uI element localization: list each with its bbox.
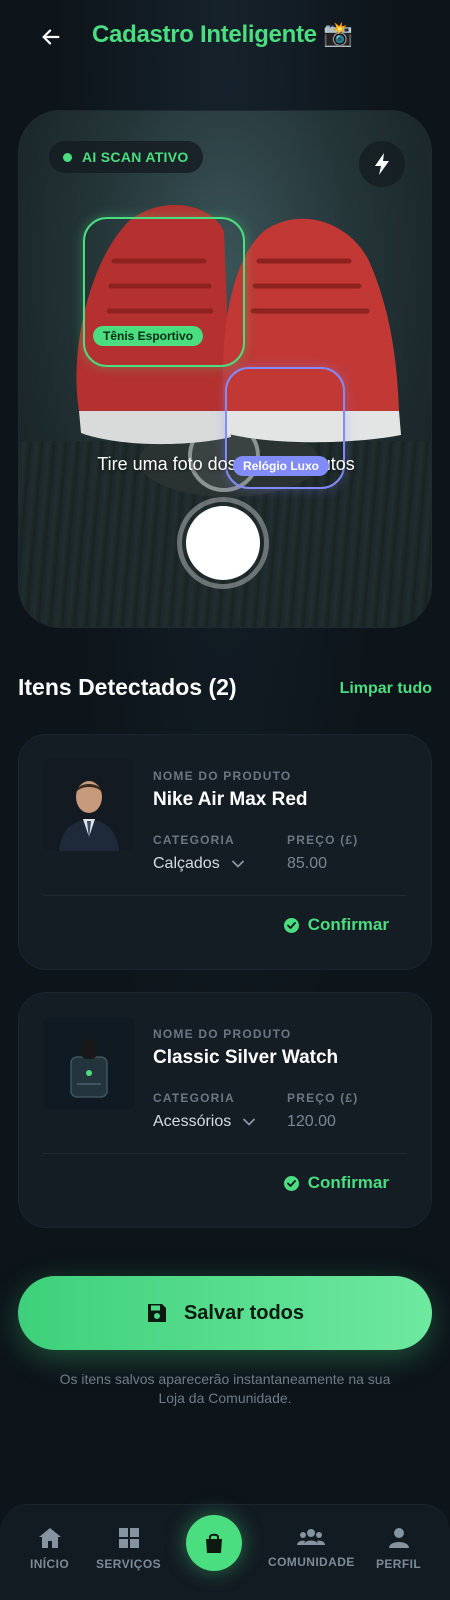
detection-tag-sneaker: Tênis Esportivo [93,326,204,346]
nav-label-comunidade: COMUNIDADE [268,1555,355,1569]
shopping-bag-icon [206,1533,222,1553]
detection-tag-watch: Relógio Luxo [233,456,329,476]
chevron-down-icon [243,1118,256,1126]
confirm-label: Confirmar [307,915,389,934]
category-value: Acessórios [153,1113,232,1130]
category-select[interactable]: Calçados [153,855,244,873]
nav-label-servicos: SERVIÇOS [96,1557,161,1571]
detected-item-card: NOME DO PRODUTO Classic Silver Watch CAT… [18,992,432,1228]
category-select[interactable]: Acessórios [153,1113,256,1131]
status-dot [63,152,72,162]
arrow-left-icon [42,29,60,45]
people-icon [297,1529,326,1545]
scan-status-label: AI SCAN ATIVO [82,149,189,165]
flash-button[interactable] [359,141,405,187]
detected-item-card: NOME DO PRODUTO Nike Air Max Red CATEGOR… [18,734,432,970]
price-input[interactable]: 120.00 [287,1113,336,1131]
product-name-input[interactable]: Classic Silver Watch [153,1047,338,1069]
category-field-label: CATEGORIA [153,1091,235,1105]
detected-items-title: Itens Detectados (2) [18,674,237,700]
camera-viewfinder[interactable]: AI SCAN ATIVO Tênis Esportivo Tire uma f… [18,110,432,628]
app-screen: Cadastro Inteligente 📸 AI SCAN ATIVO Tên… [0,0,450,1600]
name-field-label: NOME DO PRODUTO [153,1027,292,1041]
nav-item-comunidade[interactable]: COMUNIDADE [268,1527,355,1569]
category-field-label: CATEGORIA [153,833,235,847]
grid-icon [118,1528,139,1548]
camera-hint: Tire uma foto dos seus produtos [97,454,355,474]
confirm-button[interactable]: Confirmar [283,1173,389,1193]
product-thumbnail [43,759,135,851]
name-field-label: NOME DO PRODUTO [153,769,292,783]
clear-all-link[interactable]: Limpar tudo [340,680,432,698]
floppy-disk-icon [147,1304,166,1322]
shutter-inner [186,506,260,580]
confirm-button[interactable]: Confirmar [283,915,389,935]
price-field-label: PREÇO (£) [287,833,359,847]
check-circle-icon [283,1175,299,1191]
category-value: Calçados [153,855,220,872]
ai-scan-badge: AI SCAN ATIVO [49,141,203,173]
nav-item-inicio[interactable]: INÍCIO [30,1527,69,1571]
bottom-nav: INÍCIO SERVIÇOS COMUNIDADE PERFIL [0,1504,450,1600]
user-icon [388,1528,409,1548]
header: Cadastro Inteligente 📸 [0,0,450,76]
price-field-label: PREÇO (£) [287,1091,359,1105]
nav-label-inicio: INÍCIO [30,1557,70,1571]
nav-item-perfil[interactable]: PERFIL [376,1527,421,1571]
back-button[interactable] [36,22,66,52]
card-divider [43,895,407,896]
product-thumbnail [43,1017,135,1109]
flash-icon [375,153,389,175]
page-title: Cadastro Inteligente 📸 [92,21,353,48]
nav-label-perfil: PERFIL [376,1557,422,1571]
chevron-down-icon [231,860,244,868]
check-circle-icon [283,917,299,933]
confirm-label: Confirmar [307,1173,389,1192]
home-icon [38,1528,61,1548]
price-input[interactable]: 85.00 [287,855,327,873]
save-all-button[interactable]: Salvar todos [18,1276,432,1350]
nav-item-servicos[interactable]: SERVIÇOS [96,1527,161,1571]
person-in-suit-image [43,759,135,851]
perfume-bottle-image [43,1017,135,1109]
shutter-button[interactable] [177,497,269,589]
nav-item-shop[interactable] [186,1515,242,1571]
save-all-label: Salvar todos [183,1301,305,1324]
save-note: Os itens salvos aparecerão instantaneame… [59,1371,391,1406]
product-name-input[interactable]: Nike Air Max Red [153,789,308,811]
card-divider [43,1153,407,1154]
